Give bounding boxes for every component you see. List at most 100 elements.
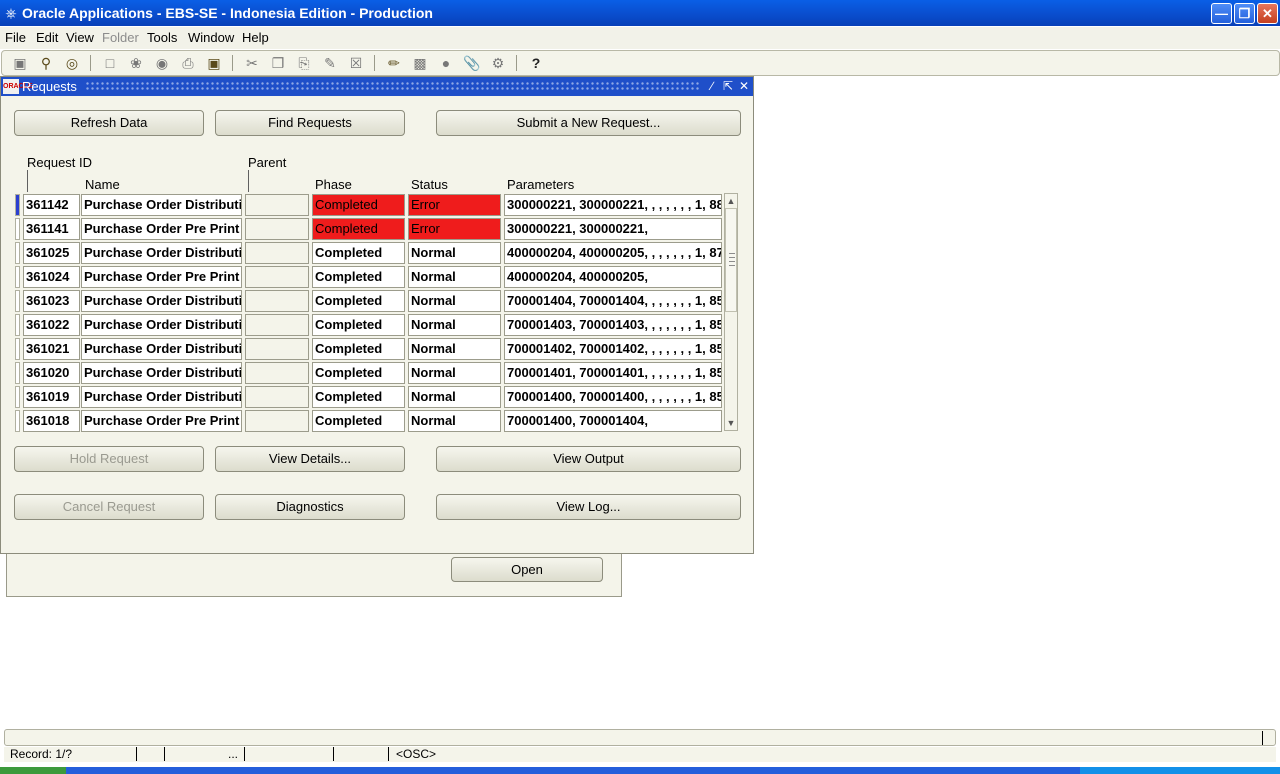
requests-title-bar[interactable]: ORACLE Requests ∕ ⇱ ✕ [1, 77, 753, 96]
row-indicator[interactable] [15, 410, 20, 432]
minimize-icon[interactable]: ∕ [705, 78, 719, 94]
scroll-thumb[interactable] [725, 208, 737, 312]
parent-cell[interactable] [245, 266, 309, 288]
folder-tools-icon[interactable]: ⚙ [488, 53, 508, 73]
parent-cell[interactable] [245, 338, 309, 360]
menu-view[interactable]: View [66, 30, 94, 45]
name-cell[interactable]: Purchase Order Distributi [81, 362, 242, 384]
diagnostics-button[interactable]: Diagnostics [215, 494, 405, 520]
hold-request-button[interactable]: Hold Request [14, 446, 204, 472]
status-cell[interactable]: Normal [408, 242, 501, 264]
switch-responsibility-icon[interactable]: ◉ [152, 53, 172, 73]
status-cell[interactable]: Normal [408, 338, 501, 360]
phase-cell[interactable]: Completed [312, 266, 405, 288]
status-cell[interactable]: Error [408, 194, 501, 216]
request-id-cell[interactable]: 361141 [23, 218, 80, 240]
close-form-icon[interactable]: ▣ [204, 53, 224, 73]
parameters-cell[interactable]: 700001400, 700001404, [504, 410, 722, 432]
table-row[interactable]: 361023 Purchase Order Distributi Complet… [15, 290, 725, 312]
parent-cell[interactable] [245, 410, 309, 432]
status-cell[interactable]: Normal [408, 410, 501, 432]
table-row[interactable]: 361021 Purchase Order Distributi Complet… [15, 338, 725, 360]
help-icon[interactable]: ? [526, 53, 546, 73]
refresh-data-button[interactable]: Refresh Data [14, 110, 204, 136]
request-id-cell[interactable]: 361142 [23, 194, 80, 216]
status-cell[interactable]: Normal [408, 290, 501, 312]
parameters-cell[interactable]: 400000204, 400000205, , , , , , , 1, 87 [504, 242, 722, 264]
restore-icon[interactable]: ❐ [1234, 3, 1255, 24]
menu-edit[interactable]: Edit [36, 30, 58, 45]
status-cell[interactable]: Normal [408, 386, 501, 408]
parameters-cell[interactable]: 700001402, 700001402, , , , , , , 1, 85 [504, 338, 722, 360]
paste-icon[interactable]: ⎘ [294, 53, 314, 73]
request-id-cell[interactable]: 361019 [23, 386, 80, 408]
status-cell[interactable]: Normal [408, 266, 501, 288]
table-row[interactable]: 361022 Purchase Order Distributi Complet… [15, 314, 725, 336]
table-row[interactable]: 361018 Purchase Order Pre Print Complete… [15, 410, 725, 432]
phase-cell[interactable]: Completed [312, 386, 405, 408]
parent-cell[interactable] [245, 290, 309, 312]
phase-cell[interactable]: Completed [312, 242, 405, 264]
parent-cell[interactable] [245, 194, 309, 216]
phase-cell[interactable]: Completed [312, 218, 405, 240]
menu-help[interactable]: Help [242, 30, 269, 45]
phase-cell[interactable]: Completed [312, 290, 405, 312]
view-details-button[interactable]: View Details... [215, 446, 405, 472]
table-row[interactable]: 361142 Purchase Order Distributi Complet… [15, 194, 725, 216]
parameters-cell[interactable]: 700001400, 700001400, , , , , , , 1, 85 [504, 386, 722, 408]
status-cell[interactable]: Normal [408, 362, 501, 384]
attachments-icon[interactable]: 📎 [462, 53, 482, 73]
phase-cell[interactable]: Completed [312, 314, 405, 336]
row-indicator[interactable] [15, 362, 20, 384]
oracle-app-icon[interactable]: ⎈ [3, 5, 19, 21]
parent-cell[interactable] [245, 314, 309, 336]
new-record-icon[interactable]: ✎ [320, 53, 340, 73]
name-cell[interactable]: Purchase Order Distributi [81, 338, 242, 360]
name-cell[interactable]: Purchase Order Pre Print [81, 218, 242, 240]
phase-cell[interactable]: Completed [312, 194, 405, 216]
parent-cell[interactable] [245, 386, 309, 408]
status-cell[interactable]: Normal [408, 314, 501, 336]
row-indicator[interactable] [15, 338, 20, 360]
request-id-cell[interactable]: 361024 [23, 266, 80, 288]
menu-folder[interactable]: Folder [102, 30, 139, 45]
next-step-icon[interactable]: ❀ [126, 53, 146, 73]
parent-cell[interactable] [245, 218, 309, 240]
zoom-icon[interactable]: ▩ [410, 53, 430, 73]
table-row[interactable]: 361019 Purchase Order Distributi Complet… [15, 386, 725, 408]
parameters-cell[interactable]: 400000204, 400000205, [504, 266, 722, 288]
cut-icon[interactable]: ✂ [242, 53, 262, 73]
name-cell[interactable]: Purchase Order Pre Print [81, 410, 242, 432]
find-flashlight-icon[interactable]: ⚲ [36, 53, 56, 73]
row-indicator[interactable] [15, 266, 20, 288]
parameters-cell[interactable]: 700001401, 700001401, , , , , , , 1, 85 [504, 362, 722, 384]
cancel-request-button[interactable]: Cancel Request [14, 494, 204, 520]
phase-cell[interactable]: Completed [312, 410, 405, 432]
print-icon[interactable]: ⎙ [178, 53, 198, 73]
parent-cell[interactable] [245, 242, 309, 264]
close-icon[interactable]: ✕ [1257, 3, 1278, 24]
save-icon[interactable]: □ [100, 53, 120, 73]
find-requests-button[interactable]: Find Requests [215, 110, 405, 136]
name-cell[interactable]: Purchase Order Distributi [81, 194, 242, 216]
name-cell[interactable]: Purchase Order Distributi [81, 290, 242, 312]
minimize-icon[interactable]: — [1211, 3, 1232, 24]
phase-cell[interactable]: Completed [312, 338, 405, 360]
submit-new-request-button[interactable]: Submit a New Request... [436, 110, 741, 136]
menu-window[interactable]: Window [188, 30, 234, 45]
start-button[interactable] [0, 767, 66, 774]
row-indicator[interactable] [15, 290, 20, 312]
maximize-icon[interactable]: ⇱ [721, 78, 735, 94]
row-indicator[interactable] [15, 218, 20, 240]
table-row[interactable]: 361024 Purchase Order Pre Print Complete… [15, 266, 725, 288]
open-button[interactable]: Open [451, 557, 603, 582]
new-icon[interactable]: ▣ [10, 53, 30, 73]
parent-cell[interactable] [245, 362, 309, 384]
name-cell[interactable]: Purchase Order Distributi [81, 242, 242, 264]
request-id-cell[interactable]: 361022 [23, 314, 80, 336]
request-id-cell[interactable]: 361021 [23, 338, 80, 360]
translations-icon[interactable]: ● [436, 53, 456, 73]
row-indicator[interactable] [15, 242, 20, 264]
parameters-cell[interactable]: 700001404, 700001404, , , , , , , 1, 85 [504, 290, 722, 312]
row-indicator[interactable] [15, 386, 20, 408]
